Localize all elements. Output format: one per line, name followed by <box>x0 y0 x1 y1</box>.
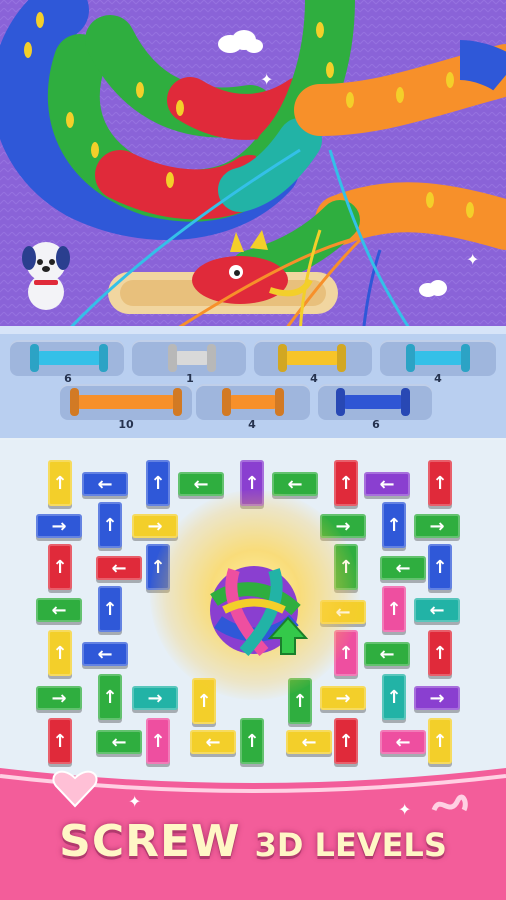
arrow-left-icon[interactable]: ← <box>364 472 410 496</box>
arrow-left-icon[interactable]: ← <box>364 642 410 666</box>
sparkle-icon: ✦ <box>466 250 480 269</box>
arrow-up-icon[interactable]: ↑ <box>428 460 452 506</box>
arrow-left-icon[interactable]: ← <box>82 472 128 496</box>
arrow-right-icon[interactable]: → <box>320 686 366 710</box>
spool-slot[interactable] <box>10 340 124 376</box>
sparkle-icon: ✦ <box>260 70 274 89</box>
shelf-rail <box>0 326 506 334</box>
arrow-up-icon[interactable]: ↑ <box>428 630 452 676</box>
arrow-left-icon[interactable]: ← <box>96 556 142 580</box>
arrow-up-icon[interactable]: ↑ <box>428 544 452 590</box>
arrow-up-icon <box>268 616 308 655</box>
headline-word2: 3D LEVELS <box>254 826 447 864</box>
spool[interactable] <box>410 351 466 365</box>
arrow-left-icon[interactable]: ← <box>414 598 460 622</box>
spool[interactable] <box>226 395 280 409</box>
arrow-right-icon[interactable]: → <box>36 514 82 538</box>
arrow-up-icon[interactable]: ↑ <box>98 674 122 720</box>
spool-slot[interactable] <box>318 384 432 420</box>
spool-slot[interactable] <box>132 340 246 376</box>
arrow-up-icon[interactable]: ↑ <box>98 502 122 548</box>
dog-icon <box>22 242 70 310</box>
headline-word1: SCREW <box>59 816 241 867</box>
yarn-dragon-scene: ✦ ✦ <box>0 0 506 330</box>
arrow-left-icon[interactable]: ← <box>380 730 426 754</box>
spool[interactable] <box>34 351 104 365</box>
spool-count: 4 <box>248 418 256 431</box>
sparkle-icon: ✦ <box>128 792 142 811</box>
arrow-up-icon[interactable]: ↑ <box>334 460 358 506</box>
arrow-left-icon[interactable]: ← <box>190 730 236 754</box>
arrow-left-icon[interactable]: ← <box>286 730 332 754</box>
arrow-up-icon[interactable]: ↑ <box>382 586 406 632</box>
heart-icon <box>52 770 98 808</box>
spool[interactable] <box>172 351 212 365</box>
spool[interactable] <box>282 351 342 365</box>
arrow-right-icon[interactable]: → <box>414 686 460 710</box>
spool-slot[interactable] <box>196 384 310 420</box>
arrow-left-icon[interactable]: ← <box>82 642 128 666</box>
spool-count: 10 <box>118 418 134 431</box>
spool-slot[interactable] <box>380 340 496 376</box>
arrow-left-icon[interactable]: ← <box>96 730 142 754</box>
arrow-up-icon[interactable]: ↑ <box>48 544 72 590</box>
arrow-left-icon[interactable]: ← <box>178 472 224 496</box>
spool-slot[interactable] <box>254 340 372 376</box>
arrow-up-icon[interactable]: ↑ <box>146 460 170 506</box>
spool-slot[interactable] <box>60 384 192 420</box>
arrow-right-icon[interactable]: → <box>414 514 460 538</box>
cloud-icon <box>218 30 263 53</box>
spool-count: 6 <box>372 418 380 431</box>
arrow-up-icon[interactable]: ↑ <box>48 460 72 506</box>
spool[interactable] <box>340 395 406 409</box>
spool[interactable] <box>74 395 178 409</box>
arrow-up-icon[interactable]: ↑ <box>48 630 72 676</box>
arrow-right-icon[interactable]: → <box>36 686 82 710</box>
headline: SCREW 3D LEVELS <box>0 816 506 867</box>
arrow-left-icon[interactable]: ← <box>36 598 82 622</box>
arrow-left-icon[interactable]: ← <box>380 556 426 580</box>
arrow-right-icon[interactable]: → <box>132 686 178 710</box>
cloud-icon <box>419 280 447 297</box>
arrow-up-icon[interactable]: ↑ <box>382 502 406 548</box>
arrow-up-icon[interactable]: ↑ <box>382 674 406 720</box>
arrow-up-icon[interactable]: ↑ <box>98 586 122 632</box>
